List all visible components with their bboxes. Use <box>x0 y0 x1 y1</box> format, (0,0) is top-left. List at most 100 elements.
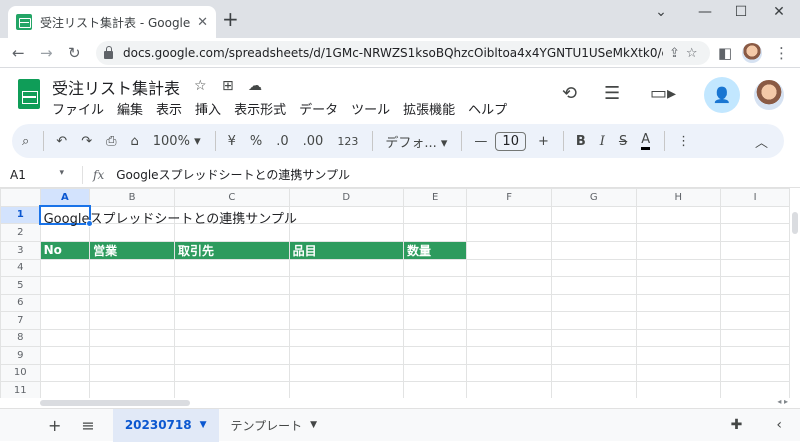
add-sheet-button[interactable]: + <box>48 416 61 435</box>
cell[interactable] <box>174 293 290 312</box>
paint-format-icon[interactable]: ⌂ <box>131 134 139 149</box>
cell[interactable] <box>550 363 637 382</box>
maximize-button[interactable]: ☐ <box>726 4 756 20</box>
cell[interactable] <box>635 293 722 312</box>
column-header-e[interactable]: E <box>402 188 468 207</box>
cell[interactable] <box>174 381 290 398</box>
cell[interactable] <box>720 311 790 330</box>
cell[interactable] <box>550 276 637 295</box>
strikethrough-button[interactable]: S <box>619 134 627 149</box>
cell[interactable] <box>635 205 722 224</box>
row-header[interactable]: 2 <box>0 223 41 242</box>
cell[interactable] <box>550 240 637 260</box>
cell[interactable] <box>635 276 722 295</box>
redo-icon[interactable]: ↷ <box>81 134 92 149</box>
cell[interactable] <box>720 293 790 312</box>
cell[interactable] <box>39 346 91 365</box>
horizontal-scrollbar[interactable]: ◂ ▸ <box>40 397 800 408</box>
cell[interactable] <box>720 258 790 277</box>
cell[interactable] <box>89 293 176 312</box>
cell[interactable] <box>402 311 468 330</box>
sheet-tab-template[interactable]: テンプレート ▼ <box>219 409 330 442</box>
collapse-menu-icon[interactable]: ︿ <box>755 132 768 151</box>
tab-search-icon[interactable]: ⌄ <box>646 4 676 20</box>
close-window-button[interactable]: ✕ <box>764 4 794 20</box>
meet-icon[interactable]: ▭▸ <box>650 83 676 104</box>
text-color-button[interactable]: A <box>641 132 651 150</box>
url-text[interactable]: docs.google.com/spreadsheets/d/1GMc-NRWZ… <box>123 46 663 60</box>
cell[interactable] <box>89 258 176 277</box>
header-cell-item[interactable]: 品目 <box>288 240 404 260</box>
cell[interactable] <box>720 276 790 295</box>
cell[interactable] <box>288 346 404 365</box>
profile-avatar[interactable] <box>742 43 762 63</box>
cell[interactable] <box>89 346 176 365</box>
percent-format-button[interactable]: % <box>250 134 262 149</box>
cell[interactable] <box>635 258 722 277</box>
cell[interactable] <box>402 381 468 398</box>
cell[interactable] <box>466 223 552 242</box>
cell[interactable] <box>635 381 722 398</box>
cell[interactable] <box>39 258 91 277</box>
formula-input[interactable]: Googleスプレッドシートとの連携サンプル <box>116 166 350 183</box>
sheet-tab-20230718[interactable]: 20230718 ▼ <box>112 408 219 442</box>
cell[interactable] <box>720 223 790 242</box>
cell[interactable] <box>402 293 468 312</box>
cell[interactable] <box>288 205 404 224</box>
cell[interactable] <box>89 276 176 295</box>
cell[interactable] <box>174 363 290 382</box>
cell[interactable] <box>550 293 637 312</box>
cell[interactable] <box>288 328 404 347</box>
cell[interactable] <box>635 346 722 365</box>
header-cell-no[interactable]: No <box>39 240 91 260</box>
cell[interactable] <box>174 276 290 295</box>
currency-format-button[interactable]: ¥ <box>228 134 236 149</box>
cell[interactable] <box>466 311 552 330</box>
name-box[interactable]: A1 ▾ <box>0 168 72 182</box>
cell[interactable] <box>39 293 91 312</box>
account-avatar[interactable] <box>754 80 784 110</box>
print-icon[interactable]: ⎙ <box>106 134 116 149</box>
cell[interactable] <box>550 223 637 242</box>
reload-icon[interactable]: ↻ <box>68 44 81 62</box>
cell[interactable] <box>39 311 91 330</box>
cell[interactable] <box>550 328 637 347</box>
minimize-button[interactable]: — <box>690 4 720 20</box>
row-header[interactable]: 3 <box>0 240 41 260</box>
italic-button[interactable]: I <box>600 134 605 149</box>
cell[interactable] <box>550 346 637 365</box>
row-header[interactable]: 8 <box>0 328 41 347</box>
cell[interactable] <box>402 258 468 277</box>
cell[interactable] <box>288 258 404 277</box>
search-menus-icon[interactable]: ⌕ <box>22 134 29 149</box>
cell[interactable] <box>288 276 404 295</box>
cell[interactable] <box>402 363 468 382</box>
cell[interactable] <box>466 258 552 277</box>
cell[interactable] <box>288 311 404 330</box>
cell[interactable] <box>402 276 468 295</box>
cell[interactable] <box>89 381 176 398</box>
column-header-g[interactable]: G <box>550 188 637 207</box>
font-size-input[interactable]: 10 <box>495 131 526 151</box>
row-header[interactable]: 10 <box>0 363 41 382</box>
browser-tab[interactable]: 受注リスト集計表 - Google スプレッドシート ✕ <box>8 6 216 38</box>
number-format-button[interactable]: 123 <box>337 135 358 148</box>
collapse-sidebar-icon[interactable]: ‹ <box>776 417 782 433</box>
menu-format[interactable]: 表示形式 <box>234 99 286 118</box>
cell[interactable] <box>720 240 790 260</box>
vertical-scrollbar[interactable] <box>790 188 800 398</box>
forward-arrow-icon[interactable]: → <box>40 44 53 62</box>
cell[interactable] <box>402 205 468 224</box>
comments-icon[interactable]: ☰ <box>604 83 620 104</box>
cell[interactable] <box>466 293 552 312</box>
decrease-decimal-button[interactable]: .0 <box>276 134 288 149</box>
row-header[interactable]: 5 <box>0 276 41 295</box>
cell[interactable] <box>466 363 552 382</box>
row-header[interactable]: 1 <box>0 205 41 224</box>
cell[interactable] <box>89 328 176 347</box>
row-header[interactable]: 7 <box>0 311 41 330</box>
back-arrow-icon[interactable]: ← <box>12 44 25 62</box>
cell[interactable] <box>174 328 290 347</box>
increase-decimal-button[interactable]: .00 <box>303 134 324 149</box>
column-header-a[interactable]: A <box>39 188 91 207</box>
